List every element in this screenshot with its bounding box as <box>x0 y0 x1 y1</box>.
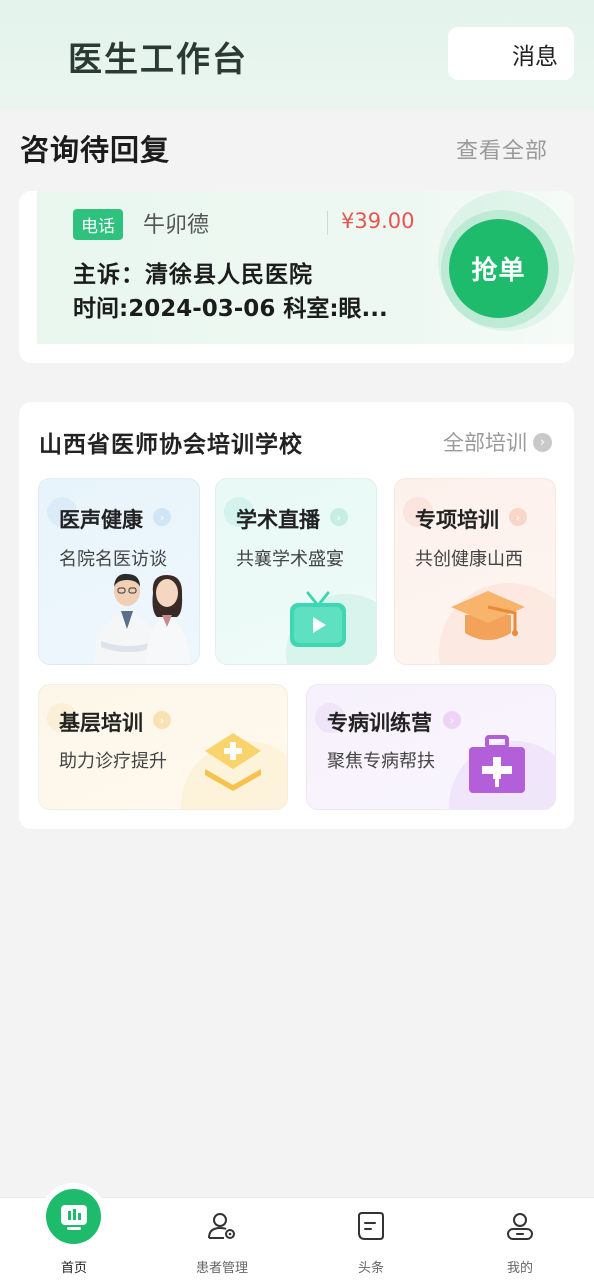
news-icon <box>351 1206 391 1246</box>
tile-name: 专项培训 <box>415 508 499 532</box>
consult-card[interactable]: 电话 牛卯德 ¥39.00 主诉：清徐县人民医院 时间:2024-03-06 科… <box>19 191 574 363</box>
tile-grassroots-training[interactable]: 基层培训 › 助力诊疗提升 <box>38 684 288 810</box>
tile-name: 医声健康 <box>59 508 143 532</box>
nav-label: 首页 <box>60 1261 87 1276</box>
messages-button[interactable]: 消息 <box>448 27 574 80</box>
tile-name: 学术直播 <box>236 508 320 532</box>
training-card: 山西省医师协会培训学校 全部培训 › 医声健康 › 名院名医访谈 学术直播 › … <box>19 402 574 829</box>
consult-price: ¥39.00 <box>341 209 415 233</box>
nav-item-profile[interactable]: 我的 <box>446 1198 594 1280</box>
nav-label: 我的 <box>506 1261 533 1276</box>
tile-subtitle: 聚焦专病帮扶 <box>327 751 435 772</box>
nav-label: 头条 <box>357 1261 384 1276</box>
home-bubble <box>40 1183 107 1250</box>
home-chart-icon <box>46 1189 101 1244</box>
doctors-photo-icon <box>93 573 191 664</box>
tile-disease-camp[interactable]: 专病训练营 › 聚焦专病帮扶 <box>306 684 556 810</box>
nav-item-patients[interactable]: 患者管理 <box>148 1198 296 1280</box>
layers-plus-icon <box>205 733 261 791</box>
chevron-right-icon: › <box>533 432 552 452</box>
tile-yisheng-health[interactable]: 医声健康 › 名院名医访谈 <box>38 478 200 665</box>
nav-item-news[interactable]: 头条 <box>297 1198 445 1280</box>
consult-time-dept: 时间:2024-03-06 科室:眼... <box>73 296 388 322</box>
arrow-dot-icon: › <box>153 508 171 526</box>
bottom-nav: 首页 患者管理 头条 我的 <box>0 1183 594 1280</box>
training-title: 山西省医师协会培训学校 <box>39 432 303 458</box>
chief-complaint: 主诉：清徐县人民医院 <box>73 262 313 288</box>
consult-card-body: 电话 牛卯德 ¥39.00 主诉：清徐县人民医院 时间:2024-03-06 科… <box>37 191 574 344</box>
tile-subtitle: 共创健康山西 <box>415 549 523 570</box>
tv-icon <box>290 591 346 647</box>
graduation-cap-icon <box>451 591 525 640</box>
grab-order-button[interactable]: 抢单 <box>449 219 548 318</box>
arrow-dot-icon: › <box>509 508 527 526</box>
consult-section-title: 咨询待回复 <box>20 133 171 167</box>
profile-icon <box>500 1206 540 1246</box>
consult-type-badge: 电话 <box>73 209 123 240</box>
nav-item-home[interactable]: 首页 <box>0 1183 148 1280</box>
app-header: 医生工作台 消息 <box>0 0 594 110</box>
arrow-dot-icon: › <box>153 711 171 729</box>
view-all-link[interactable]: 查看全部 <box>456 133 548 165</box>
tile-subtitle: 助力诊疗提升 <box>59 751 167 772</box>
patient-name: 牛卯德 <box>143 213 210 238</box>
all-training-label: 全部培训 <box>443 431 527 455</box>
arrow-dot-icon: › <box>443 711 461 729</box>
tile-name: 专病训练营 <box>327 711 432 735</box>
medical-kit-icon <box>469 735 525 793</box>
tile-special-training[interactable]: 专项培训 › 共创健康山西 <box>394 478 556 665</box>
divider <box>327 211 328 235</box>
tile-name: 基层培训 <box>59 711 143 735</box>
tile-subtitle: 共襄学术盛宴 <box>236 549 344 570</box>
patient-manage-icon <box>202 1206 242 1246</box>
all-training-link[interactable]: 全部培训 › <box>443 427 552 457</box>
tile-academic-live[interactable]: 学术直播 › 共襄学术盛宴 <box>215 478 377 665</box>
arrow-dot-icon: › <box>330 508 348 526</box>
nav-label: 患者管理 <box>195 1261 248 1276</box>
page-title: 医生工作台 <box>68 40 248 80</box>
